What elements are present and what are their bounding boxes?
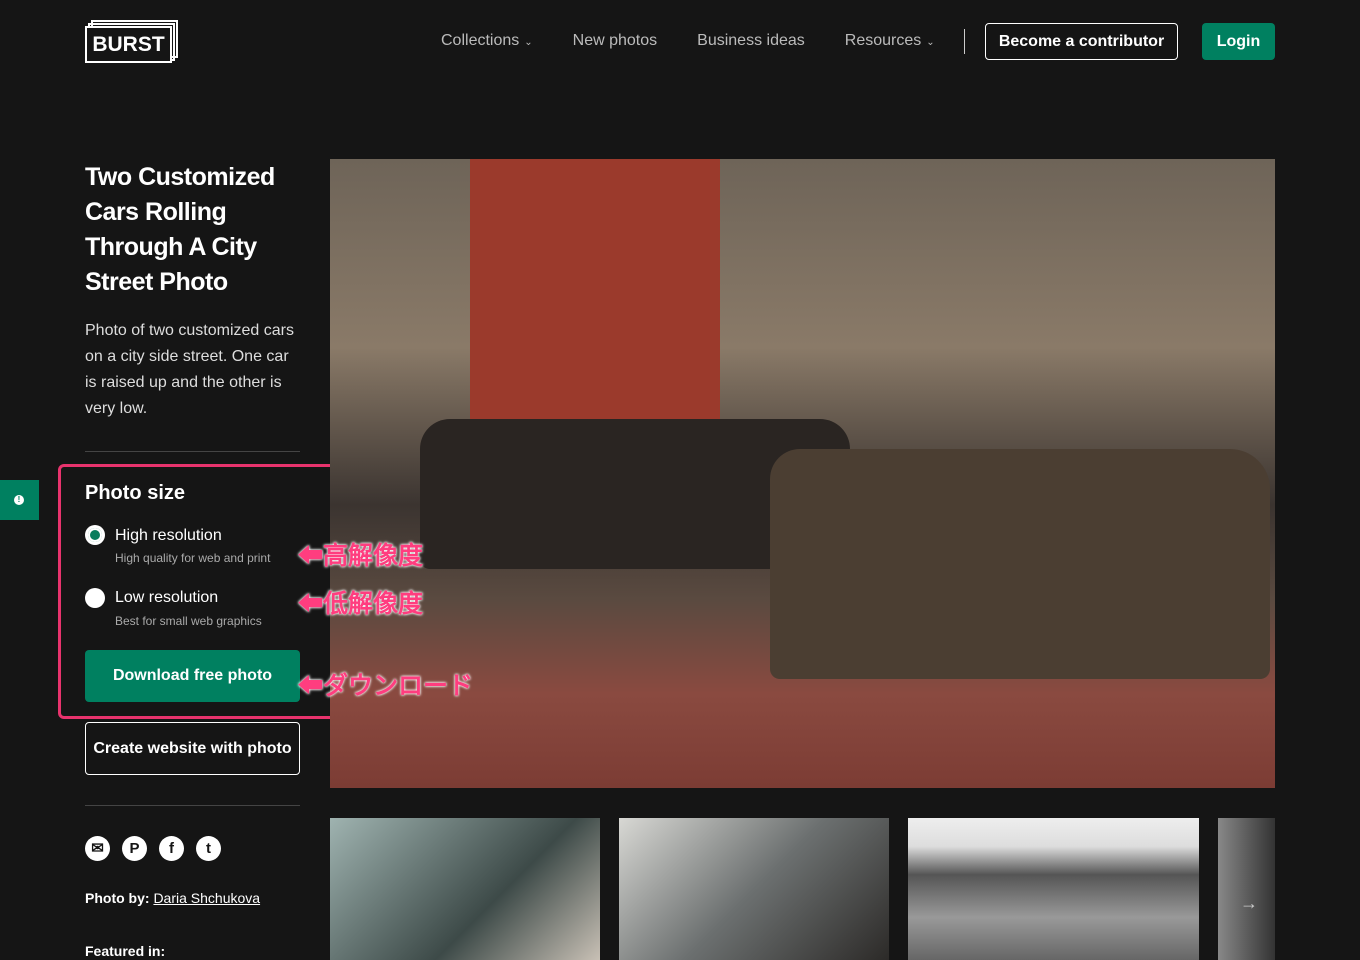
nav-resources[interactable]: Resources ⌄ (845, 32, 935, 50)
chevron-down-icon: ⌄ (926, 37, 935, 48)
related-photo-thumbnail[interactable] (330, 818, 600, 960)
annotation-high: ⬅高解像度 (298, 542, 424, 570)
burst-logo[interactable]: BURST (85, 20, 179, 64)
nav-business-ideas[interactable]: Business ideas (697, 32, 805, 50)
page-title: Two Customized Cars Rolling Through A Ci… (85, 163, 275, 296)
high-resolution-radio[interactable] (85, 525, 105, 545)
twitter-icon[interactable]: t (196, 836, 221, 861)
annotation-low: ⬅低解像度 (298, 590, 424, 618)
related-photo-thumbnail[interactable] (619, 818, 889, 960)
related-photo-thumbnail[interactable] (908, 818, 1199, 960)
become-contributor-button[interactable]: Become a contributor (985, 23, 1178, 60)
related-photo-thumbnail[interactable]: → (1218, 818, 1275, 960)
low-resolution-sub: Best for small web graphics (115, 614, 262, 628)
low-resolution-radio[interactable] (85, 588, 105, 608)
facebook-icon[interactable]: f (159, 836, 184, 861)
login-button[interactable]: Login (1202, 23, 1275, 60)
divider (85, 805, 300, 806)
chevron-down-icon: ⌄ (524, 37, 533, 48)
mail-icon[interactable]: ✉ (85, 836, 110, 861)
alert-icon: ! (14, 495, 24, 505)
pinterest-icon[interactable]: P (122, 836, 147, 861)
high-resolution-sub: High quality for web and print (115, 551, 271, 565)
nav-divider (964, 29, 965, 54)
feedback-button[interactable]: ! (0, 480, 39, 520)
nav-new-photos[interactable]: New photos (573, 32, 658, 50)
photo-size-heading: Photo size (85, 482, 186, 504)
photo-credit: Photo by: Daria Shchukova (85, 890, 261, 906)
divider (85, 451, 300, 452)
photo-description: Photo of two customized cars on a city s… (85, 322, 294, 417)
author-link[interactable]: Daria Shchukova (153, 890, 260, 906)
low-resolution-label[interactable]: Low resolution (115, 589, 218, 607)
download-button[interactable]: Download free photo (85, 650, 300, 702)
next-arrow-icon[interactable]: → (1240, 893, 1258, 914)
annotation-download: ⬅ダウンロード (298, 672, 474, 700)
high-resolution-label[interactable]: High resolution (115, 527, 222, 545)
create-website-button[interactable]: Create website with photo (85, 722, 300, 775)
featured-in-label: Featured in: (85, 943, 166, 959)
top-nav: BURST Collections ⌄ New photos Business i… (0, 0, 1360, 84)
nav-collections[interactable]: Collections ⌄ (441, 32, 533, 50)
